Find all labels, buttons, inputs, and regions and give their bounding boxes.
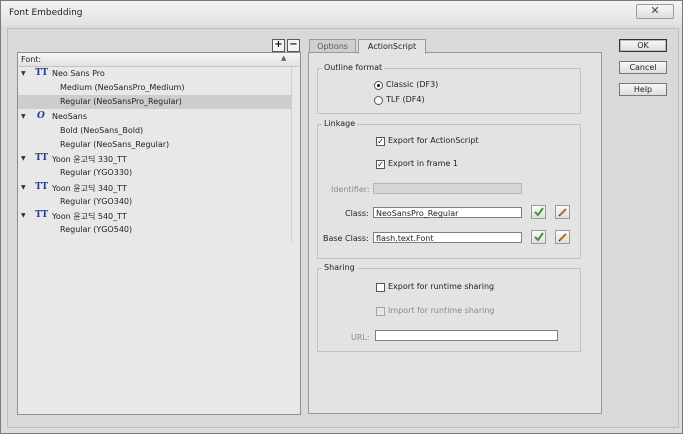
- linkage-group: Linkage ✓ Export for ActionScript ✓ Expo…: [317, 119, 581, 259]
- title-bar: Font Embedding ✕: [1, 1, 682, 25]
- checkmark-icon: [534, 207, 544, 217]
- truetype-font-icon: TT: [35, 210, 49, 220]
- classic-df3-radio[interactable]: [374, 81, 383, 90]
- font-row-label: NeoSans: [52, 111, 88, 121]
- url-label: URL:: [351, 333, 370, 342]
- dialog-body: + − Font: ▲ ▼ TT Neo Sans Pro Medium (NeoSa…: [7, 28, 679, 428]
- font-row-label: Yoon 윤고딕 340_TT: [52, 183, 127, 193]
- base-class-label: Base Class:: [323, 234, 369, 243]
- font-family-row[interactable]: ▼ O NeoSans: [18, 110, 291, 124]
- sort-ascending-icon: ▲: [281, 54, 287, 62]
- window-title: Font Embedding: [9, 8, 83, 18]
- font-style-row[interactable]: Regular (YGO340): [18, 195, 291, 209]
- column-divider: [291, 67, 292, 243]
- font-row-label: Regular (YGO330): [60, 168, 133, 178]
- validate-class-button[interactable]: [531, 205, 546, 219]
- tab-options[interactable]: Options: [309, 39, 356, 53]
- font-row-label: Regular (YGO340): [60, 196, 133, 206]
- checkmark-icon: [534, 232, 544, 242]
- export-for-actionscript-label[interactable]: Export for ActionScript: [388, 136, 479, 145]
- font-family-row[interactable]: ▼ TT Yoon 윤고딕 330_TT: [18, 152, 291, 166]
- font-embedding-dialog: Font Embedding ✕ + − Font: ▲ ▼ TT Neo Sans…: [0, 0, 683, 434]
- expand-toggle-icon[interactable]: ▼: [21, 113, 26, 120]
- cancel-button[interactable]: Cancel: [619, 61, 667, 74]
- export-for-actionscript-checkbox[interactable]: ✓: [376, 137, 385, 146]
- actionscript-panel: Outline format Classic (DF3) TLF (DF4) L…: [308, 52, 602, 414]
- expand-toggle-icon[interactable]: ▼: [21, 155, 26, 162]
- tlf-df4-radio[interactable]: [374, 96, 383, 105]
- truetype-font-icon: TT: [35, 68, 49, 78]
- import-runtime-sharing-checkbox[interactable]: [376, 307, 385, 316]
- export-runtime-sharing-checkbox[interactable]: [376, 283, 385, 292]
- expand-toggle-icon[interactable]: ▼: [21, 70, 26, 77]
- font-row-label: Neo Sans Pro: [52, 69, 105, 78]
- font-style-row[interactable]: Regular (NeoSansPro_Regular): [18, 95, 291, 110]
- import-runtime-sharing-label: Import for runtime sharing: [388, 306, 495, 315]
- url-field[interactable]: [375, 330, 558, 341]
- close-button[interactable]: ✕: [636, 4, 674, 19]
- edit-base-class-button[interactable]: [555, 230, 570, 244]
- class-label: Class:: [345, 209, 369, 218]
- font-column-header: Font:: [21, 55, 42, 64]
- export-in-frame-checkbox[interactable]: ✓: [376, 160, 385, 169]
- ok-button[interactable]: OK: [619, 39, 667, 52]
- font-row-label: Bold (NeoSans_Bold): [60, 125, 144, 135]
- expand-toggle-icon[interactable]: ▼: [21, 184, 26, 191]
- font-list[interactable]: Font: ▲ ▼ TT Neo Sans Pro Medium (NeoSansPr…: [17, 52, 301, 415]
- classic-df3-label[interactable]: Classic (DF3): [386, 80, 438, 89]
- edit-class-button[interactable]: [555, 205, 570, 219]
- identifier-label: Identifier:: [331, 185, 370, 194]
- font-family-row[interactable]: ▼ TT Neo Sans Pro: [18, 67, 291, 81]
- font-family-row[interactable]: ▼ TT Yoon 윤고딕 540_TT: [18, 209, 291, 223]
- font-list-header: Font: ▲: [18, 53, 300, 67]
- expand-toggle-icon[interactable]: ▼: [21, 212, 26, 219]
- class-field[interactable]: NeoSansPro_Regular: [373, 207, 522, 218]
- font-row-label: Regular (YGO540): [60, 225, 133, 235]
- font-style-row[interactable]: Regular (YGO330): [18, 166, 291, 180]
- tab-actionscript[interactable]: ActionScript: [358, 39, 426, 54]
- font-row-label: Medium (NeoSansPro_Medium): [60, 83, 185, 93]
- font-row-label: Regular (NeoSansPro_Regular): [60, 97, 182, 107]
- identifier-field[interactable]: [373, 183, 522, 194]
- font-row-label: Regular (NeoSans_Regular): [60, 140, 170, 149]
- font-row-label: Yoon 윤고딕 330_TT: [52, 155, 127, 165]
- outline-format-group: Outline format Classic (DF3) TLF (DF4): [317, 63, 581, 114]
- opentype-font-icon: O: [37, 110, 45, 121]
- font-style-row[interactable]: Bold (NeoSans_Bold): [18, 124, 291, 138]
- sharing-title: Sharing: [322, 263, 357, 272]
- truetype-font-icon: TT: [35, 181, 49, 192]
- sharing-group: Sharing Export for runtime sharing Impor…: [317, 263, 581, 352]
- add-font-button[interactable]: +: [272, 39, 285, 52]
- validate-base-class-button[interactable]: [531, 230, 546, 244]
- font-row-label: Yoon 윤고딕 540_TT: [52, 212, 127, 221]
- base-class-field[interactable]: flash.text.Font: [373, 232, 522, 243]
- help-button[interactable]: Help: [619, 83, 667, 96]
- export-in-frame-label[interactable]: Export in frame 1: [388, 159, 458, 168]
- font-style-row[interactable]: Regular (YGO540): [18, 223, 291, 237]
- remove-font-button[interactable]: −: [287, 39, 300, 52]
- pencil-icon: [558, 208, 567, 217]
- pencil-icon: [558, 233, 567, 242]
- font-style-row[interactable]: Regular (NeoSans_Regular): [18, 138, 291, 152]
- font-family-row[interactable]: ▼ TT Yoon 윤고딕 340_TT: [18, 181, 291, 195]
- export-runtime-sharing-label[interactable]: Export for runtime sharing: [388, 282, 494, 291]
- truetype-font-icon: TT: [35, 153, 49, 164]
- outline-format-title: Outline format: [322, 63, 385, 72]
- linkage-title: Linkage: [322, 119, 358, 128]
- font-style-row[interactable]: Medium (NeoSansPro_Medium): [18, 81, 291, 95]
- tlf-df4-label[interactable]: TLF (DF4): [386, 95, 425, 104]
